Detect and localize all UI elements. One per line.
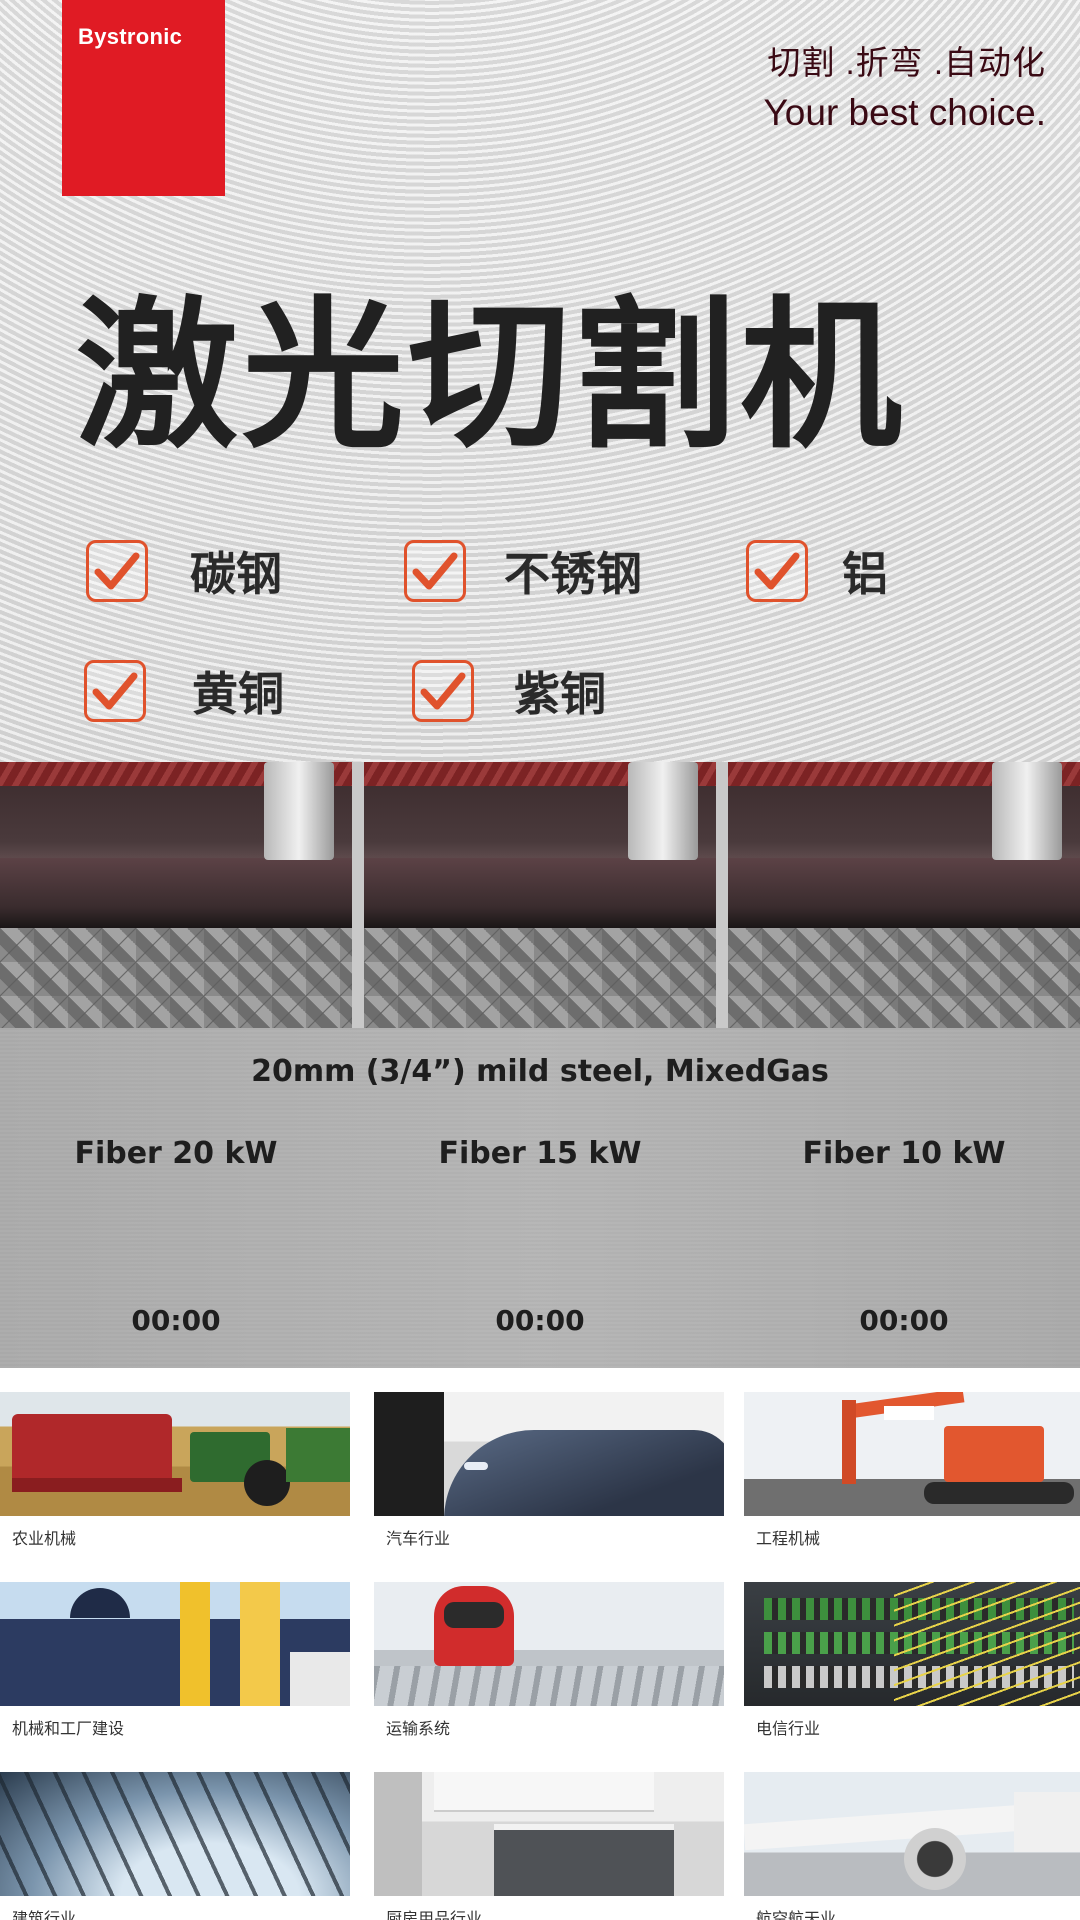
factory-photo	[0, 1582, 350, 1706]
material-label: 黄铜	[192, 667, 284, 721]
brand-logo[interactable]: Bystronic	[62, 0, 225, 196]
laser-cutter-photo	[0, 762, 352, 1028]
industry-label: 汽车行业	[386, 1529, 451, 1548]
material-label: 碳钢	[190, 547, 282, 601]
industry-card[interactable]: 汽车行业	[374, 1392, 724, 1549]
industry-label: 机械和工厂建设	[12, 1719, 125, 1738]
check-icon	[746, 540, 808, 602]
laser-cutter-photo	[728, 762, 1080, 1028]
machine-label: Fiber 20 kW	[74, 1136, 278, 1171]
industry-card[interactable]: 厨房用品行业	[374, 1772, 724, 1920]
industry-label: 电信行业	[756, 1719, 821, 1738]
comparison-title: 20mm (3/4”) mild steel, MixedGas	[251, 1054, 829, 1089]
machine-label: Fiber 15 kW	[438, 1136, 642, 1171]
harvester-photo	[0, 1392, 350, 1516]
industry-label: 运输系统	[386, 1719, 451, 1738]
industry-label: 农业机械	[12, 1529, 77, 1548]
hero-banner: Bystronic 切割 .折弯 .自动化 Your best choice. …	[0, 0, 1080, 762]
industry-card[interactable]: 工程机械	[744, 1392, 1080, 1549]
industry-label: 厨房用品行业	[386, 1909, 483, 1920]
material-item: 不锈钢	[404, 538, 642, 604]
industry-card[interactable]: 电信行业	[744, 1582, 1080, 1739]
industry-card[interactable]: 运输系统	[374, 1582, 724, 1739]
laser-cutter-photo	[364, 762, 716, 1028]
industry-card[interactable]: 机械和工厂建设	[0, 1582, 350, 1739]
industry-grid: 农业机械 汽车行业 工程机械 机械和工厂建设 运输系统 电信行业 建筑行业 厨房…	[0, 1368, 1080, 1920]
check-icon	[404, 540, 466, 602]
industry-label: 建筑行业	[12, 1909, 77, 1920]
brand-logo-text: Bystronic	[78, 24, 183, 49]
material-label: 不锈钢	[504, 547, 642, 601]
check-icon	[84, 660, 146, 722]
laser-cutting-video[interactable]	[0, 762, 1080, 1028]
industry-card[interactable]: 建筑行业	[0, 1772, 350, 1920]
industry-card[interactable]: 航空航天业	[744, 1772, 1080, 1920]
kitchen-photo	[374, 1772, 724, 1896]
page-title: 激光切割机	[76, 283, 906, 471]
check-icon	[86, 540, 148, 602]
material-item: 碳钢	[86, 538, 282, 604]
machine-timer: 00:00	[859, 1304, 949, 1337]
tagline-cn: 切割 .折弯 .自动化	[767, 44, 1046, 81]
excavator-photo	[744, 1392, 1080, 1516]
check-icon	[412, 660, 474, 722]
tagline: 切割 .折弯 .自动化 Your best choice.	[764, 38, 1047, 138]
machine-timer: 00:00	[131, 1304, 221, 1337]
material-item: 黄铜	[84, 658, 284, 724]
industry-card[interactable]: 农业机械	[0, 1392, 350, 1549]
machine-label: Fiber 10 kW	[802, 1136, 1006, 1171]
power-comparison: 20mm (3/4”) mild steel, MixedGas Fiber 2…	[0, 1028, 1080, 1368]
industry-label: 工程机械	[756, 1529, 821, 1548]
building-photo	[0, 1772, 350, 1896]
material-label: 铝	[842, 547, 888, 601]
machine-timer: 00:00	[495, 1304, 585, 1337]
material-label: 紫铜	[514, 667, 606, 721]
car-photo	[374, 1392, 724, 1516]
industry-label: 航空航天业	[756, 1909, 837, 1920]
network-photo	[744, 1582, 1080, 1706]
airplane-photo	[744, 1772, 1080, 1896]
material-item: 紫铜	[412, 658, 606, 724]
material-item: 铝	[746, 538, 888, 604]
tagline-en: Your best choice.	[763, 92, 1047, 133]
train-photo	[374, 1582, 724, 1706]
